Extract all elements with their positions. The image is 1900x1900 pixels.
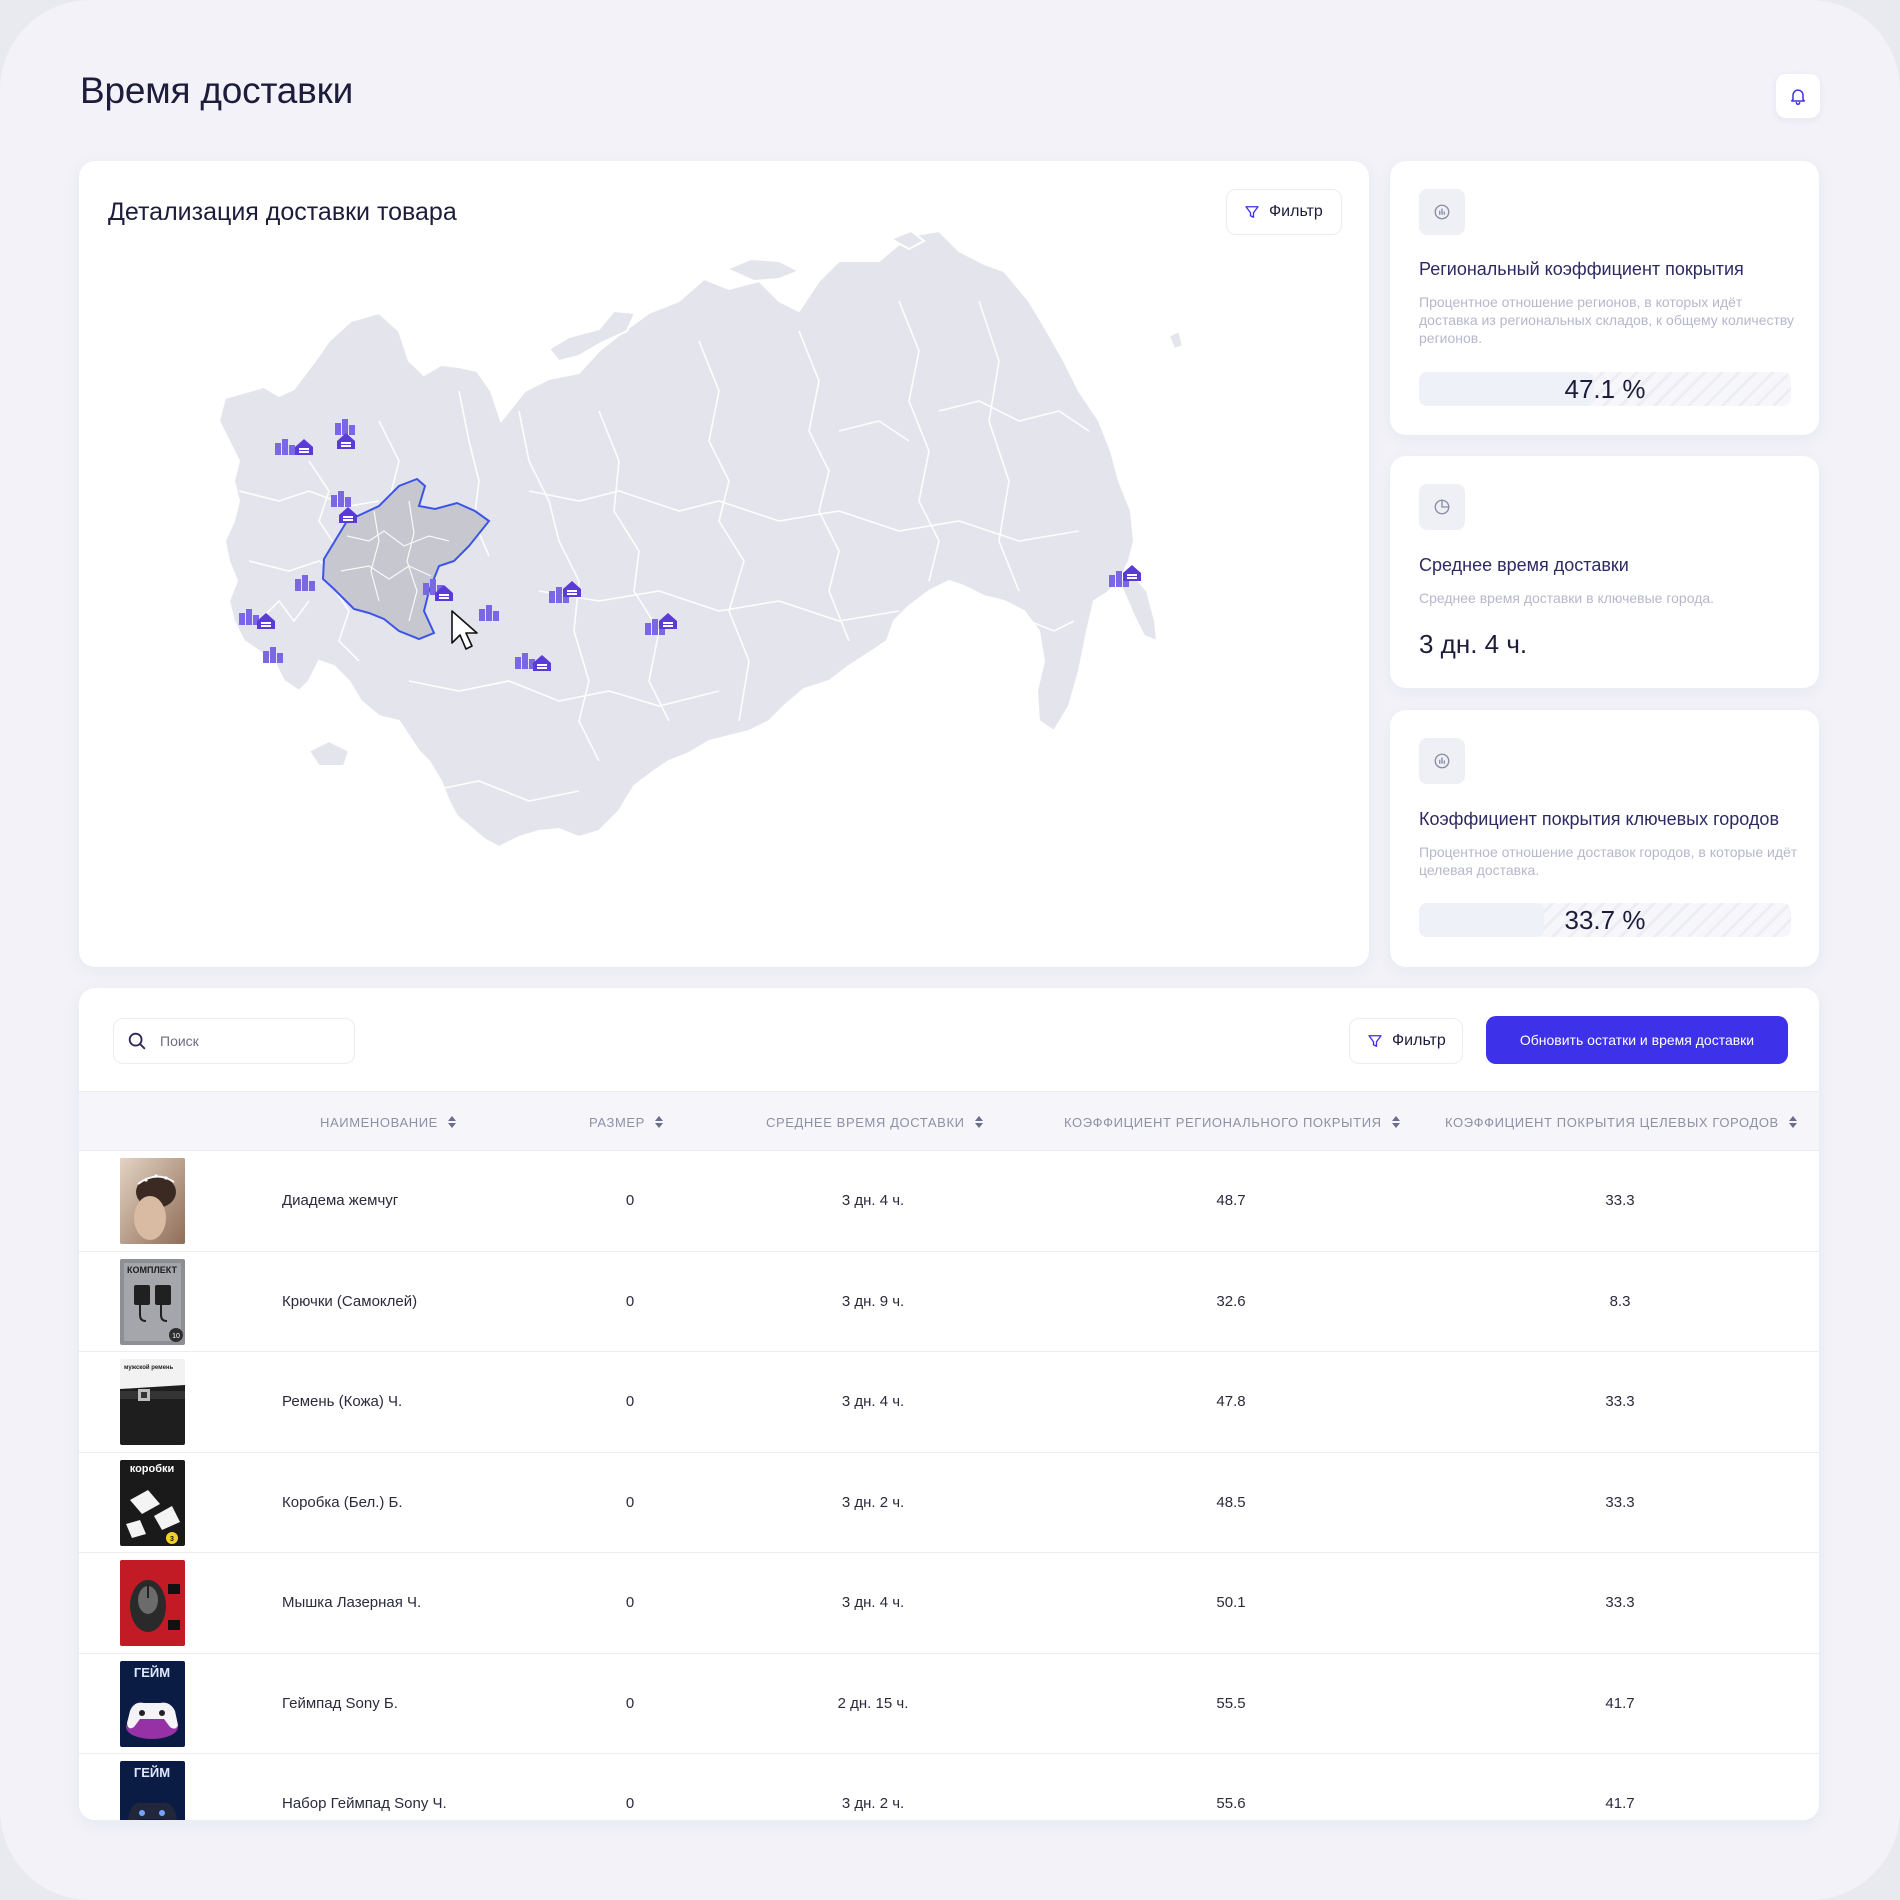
chart-badge-icon <box>1419 738 1465 784</box>
product-avg-time: 3 дн. 9 ч. <box>841 1292 905 1310</box>
table-row[interactable]: ГЕЙМ Геймпад Sony Б. 0 2 дн. 15 ч. 55.5 41.7 <box>79 1652 1819 1753</box>
key-cities-coverage-card: Коэффициент покрытия ключевых городов Пр… <box>1390 710 1819 967</box>
average-delivery-card: Среднее время доставки Среднее время дос… <box>1390 456 1819 688</box>
thumb-text: 10 <box>172 1333 180 1340</box>
thumb-text: 3 <box>170 1536 174 1543</box>
product-target-coverage: 33.3 <box>1605 1192 1635 1209</box>
product-size: 0 <box>625 1795 635 1812</box>
key-cities-coverage-description: Процентное отношение доставок городов, в… <box>1419 844 1798 878</box>
product-regional-coverage: 48.5 <box>1216 1493 1246 1511</box>
table-row[interactable]: коробки 3 Коробка (Бел.) Б. 0 3 дн. 2 ч. 48.5… <box>79 1451 1819 1552</box>
product-regional-coverage: 32.6 <box>1216 1292 1246 1310</box>
thumb-text: мужской ремень <box>124 1364 174 1371</box>
product-size: 0 <box>625 1192 635 1209</box>
product-avg-time: 3 дн. 4 ч. <box>841 1393 905 1410</box>
table-filter-button[interactable]: Фильтр <box>1349 1018 1463 1064</box>
table-row[interactable]: КОМПЛЕКТ 10 Крючки (Самоклей) 0 3 дн. 9 ч. 32… <box>79 1250 1819 1351</box>
product-regional-coverage: 55.5 <box>1216 1694 1246 1712</box>
product-target-coverage: 33.3 <box>1605 1393 1635 1410</box>
product-name: Диадема жемчуг <box>282 1192 399 1209</box>
key-cities-coverage-value: 33.7 % <box>1564 905 1646 935</box>
product-target-coverage: 41.7 <box>1605 1694 1635 1712</box>
product-avg-time: 3 дн. 4 ч. <box>841 1192 905 1209</box>
search-input[interactable] <box>160 1033 340 1049</box>
table-filter-label: Фильтр <box>1392 1032 1446 1049</box>
russia-map[interactable] <box>79 161 1369 967</box>
product-name: Крючки (Самоклей) <box>282 1292 418 1310</box>
product-name: Ремень (Кожа) Ч. <box>282 1393 403 1410</box>
product-image: коробки 3 <box>120 1459 185 1546</box>
product-image: ГЕЙМ <box>120 1761 185 1820</box>
product-target-coverage: 41.7 <box>1605 1795 1635 1812</box>
thumb-text: ГЕЙМ <box>134 1665 170 1680</box>
average-delivery-title: Среднее время доставки <box>1419 555 1629 575</box>
key-cities-coverage-progress: 33.7 % <box>1419 903 1791 937</box>
funnel-icon <box>1368 1035 1382 1047</box>
product-size: 0 <box>625 1292 635 1310</box>
column-header-regional[interactable]: КОЭФФИЦИЕНТ РЕГИОНАЛЬНОГО ПОКРЫТИЯ <box>1064 1092 1401 1152</box>
table-row[interactable]: Мышка Лазерная Ч. 0 3 дн. 4 ч. 50.1 33.3 <box>79 1552 1819 1652</box>
product-avg-time: 3 дн. 2 ч. <box>841 1493 905 1511</box>
sort-icon <box>447 1116 457 1128</box>
product-name: Мышка Лазерная Ч. <box>282 1594 422 1611</box>
thumb-text: ГЕЙМ <box>134 1765 170 1780</box>
chart-badge-icon <box>1419 189 1465 235</box>
search-icon <box>128 1032 146 1050</box>
key-cities-coverage-title: Коэффициент покрытия ключевых городов <box>1419 809 1779 829</box>
sort-icon <box>974 1116 984 1128</box>
column-header-avg-time[interactable]: СРЕДНЕЕ ВРЕМЯ ДОСТАВКИ <box>766 1092 984 1152</box>
product-size: 0 <box>625 1393 635 1410</box>
column-header-name[interactable]: НАИМЕНОВАНИЕ <box>320 1092 457 1152</box>
product-target-coverage: 33.3 <box>1605 1594 1635 1611</box>
update-stock-button[interactable]: Обновить остатки и время доставки <box>1486 1016 1788 1064</box>
regional-coverage-card: Региональный коэффициент покрытия Процен… <box>1390 161 1819 435</box>
app-window: Время доставки Детализация доставки това… <box>0 0 1900 1900</box>
product-image: мужской ремень <box>120 1359 185 1445</box>
product-size: 0 <box>625 1594 635 1611</box>
sort-icon <box>654 1116 664 1128</box>
product-regional-coverage: 47.8 <box>1216 1393 1246 1410</box>
products-table-card: Фильтр Обновить остатки и время доставки… <box>79 988 1819 1820</box>
regional-coverage-progress: 47.1 % <box>1419 372 1791 406</box>
product-regional-coverage: 50.1 <box>1216 1594 1246 1611</box>
product-size: 0 <box>625 1694 635 1712</box>
product-image: КОМПЛЕКТ 10 <box>120 1258 185 1345</box>
product-name: Коробка (Бел.) Б. <box>282 1493 403 1511</box>
column-header-size[interactable]: РАЗМЕР <box>589 1092 664 1152</box>
regional-coverage-value: 47.1 % <box>1564 374 1646 404</box>
table-row[interactable]: мужской ремень Ремень (Кожа) Ч. 0 3 дн. 4 ч… <box>79 1351 1819 1451</box>
bell-icon <box>1791 89 1805 106</box>
product-image <box>120 1560 185 1646</box>
product-size: 0 <box>625 1493 635 1511</box>
thumb-text: КОМПЛЕКТ <box>127 1265 177 1275</box>
table-row[interactable]: ГЕЙМ Набор Геймпад Sony Ч. 0 3 дн. 2 ч. 55.6… <box>79 1753 1819 1820</box>
sort-icon <box>1391 1116 1401 1128</box>
product-name: Геймпад Sony Б. <box>282 1694 398 1712</box>
product-regional-coverage: 55.6 <box>1216 1795 1246 1812</box>
product-image: ГЕЙМ <box>120 1660 185 1747</box>
clock-pie-icon <box>1419 484 1465 530</box>
regional-coverage-description: Процентное отношение регионов, в которых… <box>1419 294 1795 346</box>
product-regional-coverage: 48.7 <box>1216 1192 1246 1209</box>
average-delivery-value: 3 дн. 4 ч. <box>1419 629 1528 659</box>
column-header-target-cities[interactable]: КОЭФФИЦИЕНТ ПОКРЫТИЯ ЦЕЛЕВЫХ ГОРОДОВ <box>1445 1092 1798 1152</box>
product-avg-time: 3 дн. 4 ч. <box>841 1594 905 1611</box>
thumb-text: коробки <box>130 1463 175 1475</box>
product-avg-time: 3 дн. 2 ч. <box>841 1795 905 1812</box>
product-avg-time: 2 дн. 15 ч. <box>837 1694 909 1712</box>
product-target-coverage: 8.3 <box>1609 1292 1631 1310</box>
sort-icon <box>1788 1116 1798 1128</box>
table-header: НАИМЕНОВАНИЕ РАЗМЕР СРЕДНЕЕ ВРЕМЯ ДОСТАВ… <box>79 1091 1819 1151</box>
regional-coverage-title: Региональный коэффициент покрытия <box>1419 259 1744 279</box>
product-name: Набор Геймпад Sony Ч. <box>282 1795 447 1812</box>
search-box[interactable] <box>113 1018 355 1064</box>
product-target-coverage: 33.3 <box>1605 1493 1635 1511</box>
average-delivery-description: Среднее время доставки в ключевые города… <box>1419 590 1715 606</box>
notifications-button[interactable] <box>1776 74 1820 118</box>
page-title: Время доставки <box>80 70 354 111</box>
delivery-map-card: Детализация доставки товара Фильтр <box>79 161 1369 967</box>
table-row[interactable]: Диадема жемчуг 0 3 дн. 4 ч. 48.7 33.3 <box>79 1150 1819 1250</box>
product-image <box>120 1158 185 1244</box>
